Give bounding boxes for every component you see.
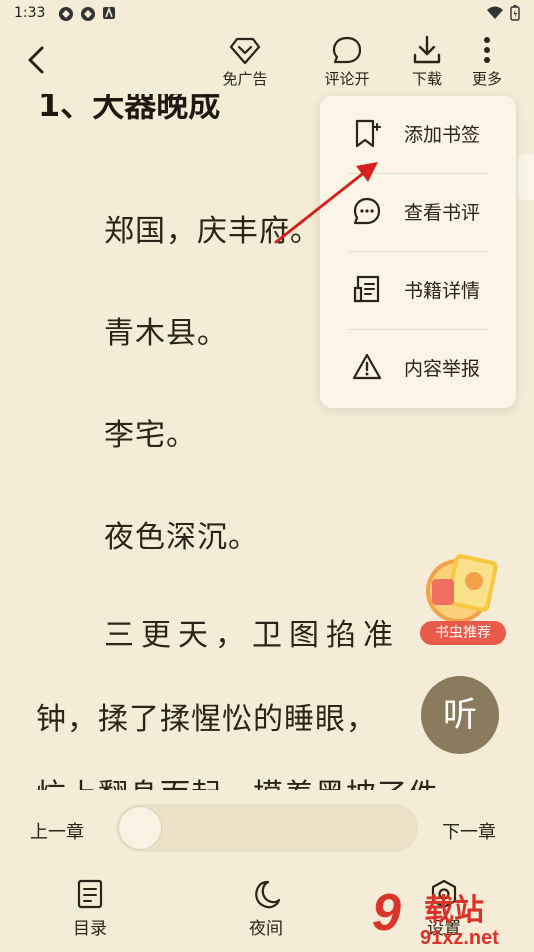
app-notification-icon [81,7,95,21]
side-panel-tab[interactable] [518,154,534,200]
chapter-title: 1、大器晚成 [38,94,221,124]
moon-icon [255,880,281,909]
menu-item-report-content[interactable]: 内容举报 [320,330,516,408]
ad-free-button[interactable]: 免广告 [210,34,280,89]
listen-button[interactable]: 听 [421,676,499,754]
battery-icon [510,5,520,21]
book-details-icon [353,275,380,303]
reader-toolbar: 免广告 评论开 下载 更多 [0,28,534,94]
paragraph: 钟，揉了揉惺忪的睡眼， [36,702,377,737]
svg-text:9: 9 [372,884,401,942]
comments-toggle-label: 评论开 [324,70,370,88]
status-notification-icons [58,6,116,22]
app-notification-icon [59,7,73,21]
status-time: 1:33 [14,5,46,21]
prev-chapter-button[interactable]: 上一章 [30,818,84,844]
bookmark-add-icon [355,119,381,148]
chevron-left-icon [28,46,44,74]
paragraph: 李宅。 [104,418,197,453]
promo-badge: 书虫推荐 [420,621,506,645]
menu-item-label: 书籍详情 [404,280,481,302]
chapter-progress-thumb[interactable] [118,806,162,850]
nav-night-label: 夜间 [249,919,283,939]
nav-toc[interactable]: 目录 [50,878,130,939]
download-icon [413,35,441,64]
promo-bookworm-recommend[interactable]: 书虫推荐 [420,545,510,645]
warning-icon [352,353,382,380]
app-notification-icon [103,6,115,19]
comment-bubble-icon [332,36,362,64]
wifi-icon [487,6,503,19]
table-of-contents-icon [77,879,103,909]
menu-item-label: 内容举报 [404,358,481,380]
menu-item-label: 查看书评 [404,202,481,224]
comments-toggle-button[interactable]: 评论开 [312,34,382,89]
nav-night-mode[interactable]: 夜间 [226,878,306,939]
paragraph: 青木县。 [104,316,228,351]
more-menu: 添加书签 查看书评 书籍详情 内容举报 [320,96,516,408]
menu-item-book-details[interactable]: 书籍详情 [320,252,516,330]
ad-free-label: 免广告 [222,70,268,88]
svg-text:91xz.net: 91xz.net [420,927,499,948]
status-bar: 1:33 [0,0,534,28]
status-system-icons [486,5,520,21]
paragraph: 夜色深沉。 [104,520,259,555]
paragraph: 三更天，卫图掐准 [104,618,400,653]
nav-toc-label: 目录 [73,919,107,939]
next-chapter-button[interactable]: 下一章 [442,818,496,844]
more-button[interactable]: 更多 [452,34,522,89]
site-watermark-logo: 9 载站 91xz.net [372,884,532,949]
diamond-icon [229,37,261,65]
more-label: 更多 [471,70,502,88]
annotation-arrow-icon [274,162,378,244]
gift-book-icon [426,554,498,623]
watermark-logo-icon: 9 载站 91xz.net [372,884,499,949]
menu-item-label: 添加书签 [404,124,481,146]
paragraph: 炕上翻身而起，摸着黑披了件 [36,770,439,790]
svg-text:载站: 载站 [424,893,484,928]
back-button[interactable] [20,42,56,78]
more-vertical-icon [484,37,490,63]
